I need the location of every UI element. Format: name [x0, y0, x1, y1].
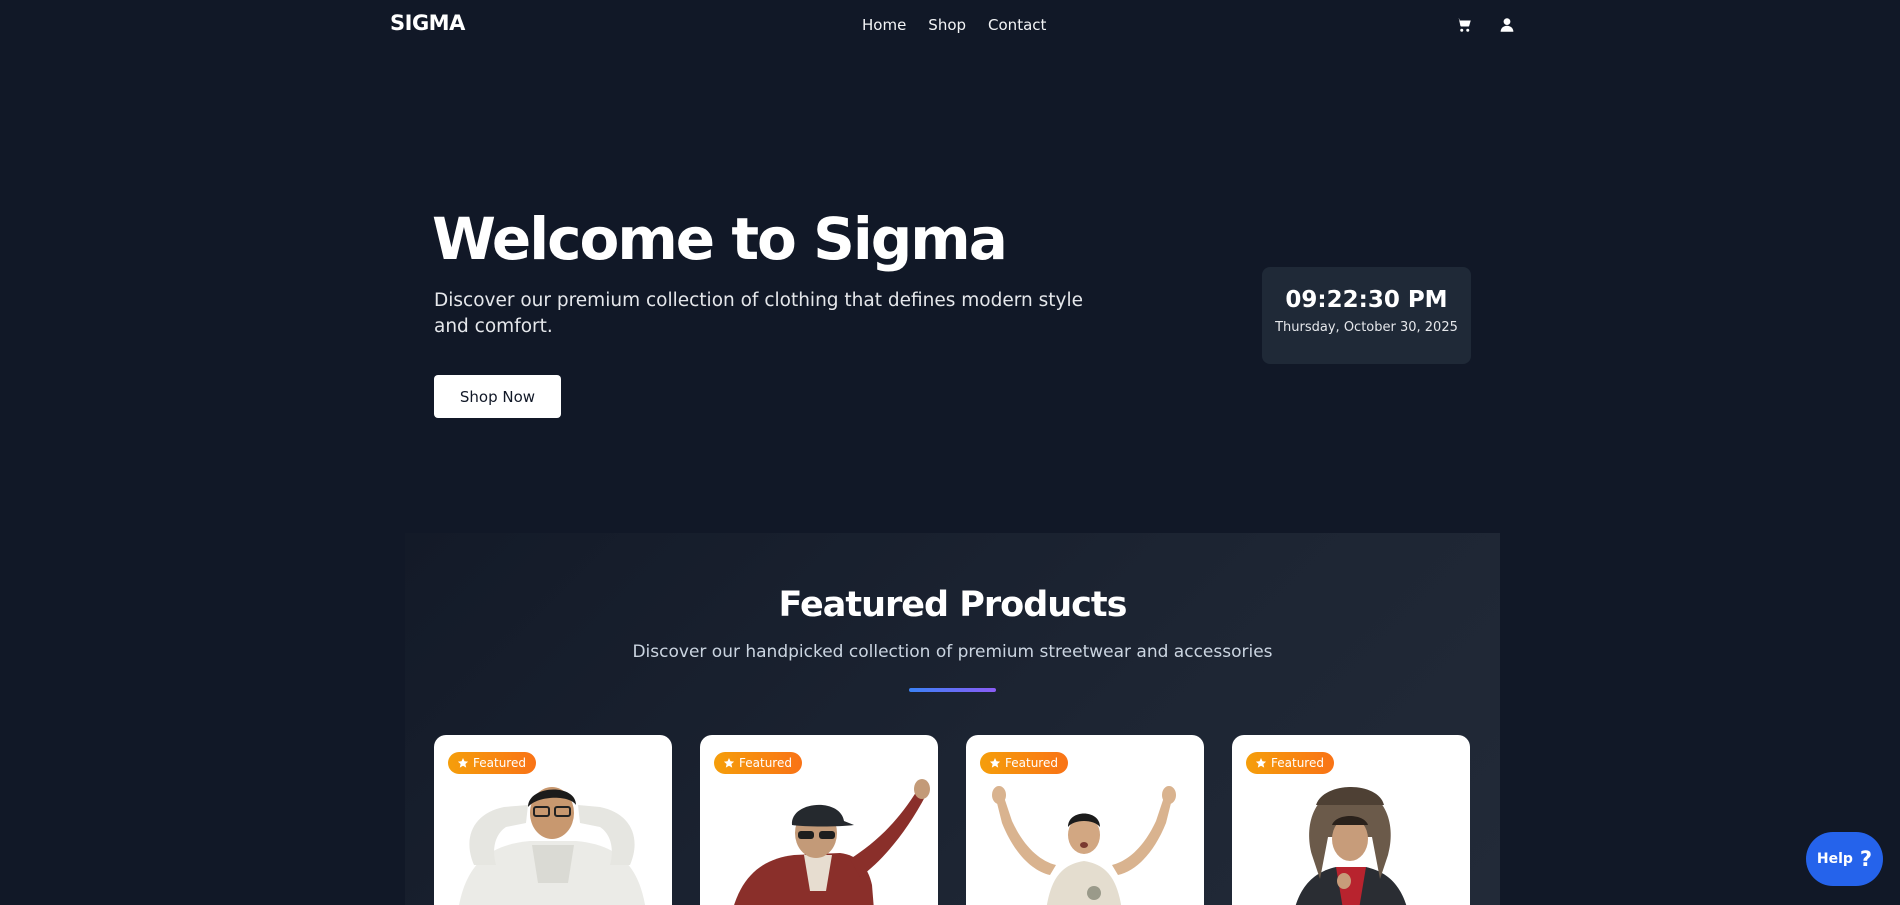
star-icon — [1255, 757, 1267, 769]
hero-subtitle: Discover our premium collection of cloth… — [434, 290, 1083, 337]
nav-links: Home Shop Contact — [862, 16, 1046, 34]
nav-icons — [1455, 16, 1516, 34]
section-divider — [909, 688, 996, 692]
nav-link-home[interactable]: Home — [862, 16, 906, 34]
featured-title: Featured Products — [778, 585, 1128, 625]
shop-now-button[interactable]: Shop Now — [434, 375, 561, 418]
featured-badge: Featured — [980, 752, 1068, 774]
featured-badge: Featured — [1246, 752, 1334, 774]
product-card[interactable]: Featured — [434, 735, 672, 905]
question-icon: ? — [1859, 846, 1873, 871]
user-icon[interactable] — [1498, 16, 1516, 34]
featured-subtitle: Discover our handpicked collection of pr… — [632, 642, 1273, 662]
brand-logo[interactable]: SIGMA — [390, 11, 465, 35]
star-icon — [989, 757, 1001, 769]
featured-badge-label: Featured — [1005, 756, 1058, 770]
nav-link-contact[interactable]: Contact — [988, 16, 1046, 34]
featured-products-section: Featured Products Discover our handpicke… — [405, 533, 1500, 905]
help-button[interactable]: Help ? — [1806, 832, 1883, 886]
product-card[interactable]: Featured — [700, 735, 938, 905]
help-label: Help — [1816, 851, 1853, 867]
product-card[interactable]: Featured — [1232, 735, 1470, 905]
featured-badge-label: Featured — [1271, 756, 1324, 770]
cart-icon[interactable] — [1455, 16, 1473, 34]
product-image[interactable] — [966, 775, 1204, 905]
hero-title: Welcome to Sigma — [432, 205, 1008, 273]
featured-badge-label: Featured — [473, 756, 526, 770]
product-image[interactable] — [700, 775, 938, 905]
product-card[interactable]: Featured — [966, 735, 1204, 905]
featured-badge-label: Featured — [739, 756, 792, 770]
star-icon — [457, 757, 469, 769]
star-icon — [723, 757, 735, 769]
clock-date: Thursday, October 30, 2025 — [1275, 320, 1458, 335]
product-image[interactable] — [434, 775, 672, 905]
clock-widget: 09:22:30 PM Thursday, October 30, 2025 — [1262, 267, 1471, 364]
featured-badge: Featured — [714, 752, 802, 774]
clock-time: 09:22:30 PM — [1285, 287, 1448, 313]
nav-link-shop[interactable]: Shop — [928, 16, 966, 34]
featured-badge: Featured — [448, 752, 536, 774]
product-image[interactable] — [1232, 775, 1470, 905]
navbar: SIGMA Home Shop Contact — [0, 0, 1900, 52]
